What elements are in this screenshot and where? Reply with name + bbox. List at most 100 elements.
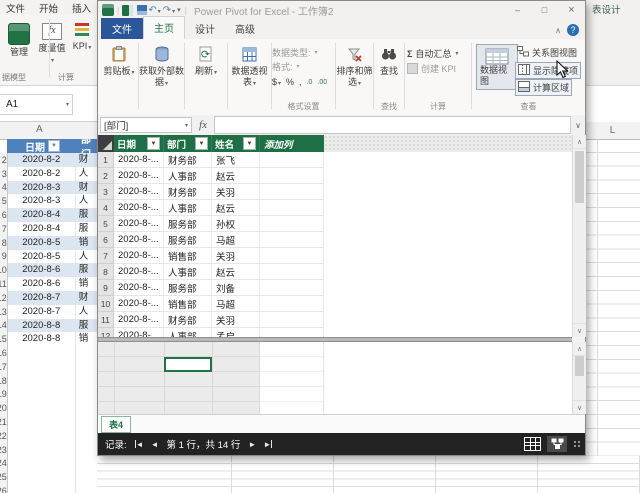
calc-scroll-up-icon[interactable]: ∧ [573,342,586,356]
cell-dept[interactable] [76,443,97,457]
currency-format-button[interactable]: $▾ [272,77,281,87]
cell-add-column[interactable] [260,216,324,232]
row-number[interactable]: 8 [98,264,114,280]
cell-date[interactable]: 2020-8-3 [8,181,76,195]
status-data-view-icon[interactable] [524,437,541,451]
excel-row[interactable]: 62020-8-4服务部 [0,208,97,222]
measures-button[interactable]: fx 度量值▾ [38,23,66,65]
cell-dept[interactable]: 服务部 [76,208,97,222]
row-number[interactable]: 7 [98,248,114,264]
percent-format-button[interactable]: % [286,77,294,87]
cell-date[interactable]: 2020-8- [114,328,164,337]
column-header-date[interactable]: 日期 ▼ [114,135,164,152]
cell-dept[interactable]: 人事部 [164,264,212,280]
row-number[interactable]: 7 [0,222,8,236]
switch-to-workbook-icon[interactable] [122,5,133,16]
help-icon[interactable]: ? [567,24,579,36]
calc-vertical-scrollbar[interactable]: ∧ ∨ [572,342,586,414]
column-header-dept[interactable]: 部门 ▼ [164,135,212,152]
excel-row[interactable]: 18 [0,374,97,388]
cell-dept[interactable]: 服务部 [164,232,212,248]
cell-date[interactable]: 2020-8-4 [8,222,76,236]
cell-name[interactable]: 赵云 [212,200,260,216]
cell-date[interactable]: 2020-8-... [114,312,164,328]
cell-dept[interactable]: 人事部 [164,328,212,337]
data-type-dropdown[interactable]: 数据类型:▾ [272,45,335,59]
row-number[interactable]: 5 [0,194,8,208]
close-button[interactable]: × [558,1,585,19]
cell-date[interactable]: 2020-8-... [114,184,164,200]
cell-dept[interactable] [76,360,97,374]
excel-grid-right[interactable] [585,139,640,493]
row-number[interactable]: 11 [0,277,8,291]
excel-row[interactable]: 24 [0,457,97,471]
table-row[interactable]: 112020-8-...财务部关羽 [98,312,572,328]
cell-date[interactable] [8,470,76,484]
column-l-header[interactable]: L [585,122,640,140]
cell-name[interactable]: 张飞 [212,152,260,168]
thousands-format-button[interactable]: , [299,77,302,87]
cell-date[interactable] [8,374,76,388]
row-number[interactable]: 3 [98,184,114,200]
excel-row[interactable]: 32020-8-2人事部 [0,167,97,181]
table-vertical-scrollbar[interactable]: ∧ ∨ [572,135,586,337]
table-row[interactable]: 42020-8-...人事部赵云 [98,200,572,216]
excel-row[interactable]: 112020-8-6销售部 [0,277,97,291]
formula-input[interactable] [214,116,570,134]
scrollbar-thumb[interactable] [575,151,584,203]
cell-date[interactable]: 2020-8-6 [8,277,76,291]
cell-date[interactable]: 2020-8-8 [8,319,76,333]
cell-name[interactable]: 马超 [212,296,260,312]
excel-row[interactable]: 52020-8-3人事部 [0,194,97,208]
cell-date[interactable]: 2020-8-... [114,280,164,296]
find-button[interactable]: 查找 [374,41,404,77]
dept-filter-icon[interactable]: ▼ [195,137,208,150]
row-number[interactable]: 17 [0,360,8,374]
resize-grip[interactable] [573,440,581,448]
refresh-button[interactable]: ⟳ 刷新▾ [185,41,227,77]
cell-date[interactable] [8,443,76,457]
row-number[interactable]: 8 [0,236,8,250]
row-number[interactable]: 11 [98,312,114,328]
cell-date[interactable]: 2020-8-6 [8,263,76,277]
redo-icon[interactable]: ↷▾ [163,5,175,16]
cell-date[interactable]: 2020-8-... [114,200,164,216]
cell-name[interactable]: 关羽 [212,248,260,264]
cell-add-column[interactable] [260,296,324,312]
table-row[interactable]: 122020-8-人事部孟启 [98,328,572,337]
cell-name[interactable]: 马超 [212,232,260,248]
row-number[interactable]: 2 [0,153,8,167]
cell-dept[interactable]: 财务部 [76,153,97,167]
select-all-corner[interactable] [98,135,114,152]
get-external-data-button[interactable]: 获取外部数据▾ [139,41,184,88]
cell-dept[interactable]: 销售部 [76,236,97,250]
cell-date[interactable] [8,388,76,402]
cell-dept[interactable]: 人事部 [76,194,97,208]
cell-add-column[interactable] [260,232,324,248]
row-number[interactable]: 4 [0,181,8,195]
excel-column-headers[interactable]: A [0,122,97,140]
row-number[interactable]: 10 [0,263,8,277]
tab-file[interactable]: 文件 [101,18,143,39]
excel-row[interactable]: 23 [0,443,97,457]
tab-home[interactable]: 主页 [143,16,185,39]
row-number[interactable]: 13 [0,305,8,319]
customize-quick-access-icon[interactable]: ▾ [177,6,181,14]
manage-data-model-button[interactable]: 管理 [6,23,32,58]
excel-tab-file[interactable]: 文件 [6,1,25,15]
row-number[interactable]: 12 [0,291,8,305]
calculation-area[interactable] [98,342,572,414]
column-header-name[interactable]: 姓名 ▼ [212,135,260,152]
cell-dept[interactable]: 人事部 [76,305,97,319]
excel-contextual-tab-table-design[interactable]: 表设计 [592,2,621,16]
increase-decimal-button[interactable]: .0 [307,79,313,86]
last-record-button[interactable]: ► [263,440,272,449]
table-row[interactable]: 22020-8-...人事部赵云 [98,168,572,184]
cell-dept[interactable]: 服务部 [164,280,212,296]
row-number[interactable]: 5 [98,216,114,232]
table-row[interactable]: 82020-8-...人事部赵云 [98,264,572,280]
cell-dept[interactable] [76,415,97,429]
cell-date[interactable]: 2020-8-... [114,152,164,168]
row-number[interactable]: 21 [0,415,8,429]
cell-date[interactable]: 2020-8-7 [8,291,76,305]
